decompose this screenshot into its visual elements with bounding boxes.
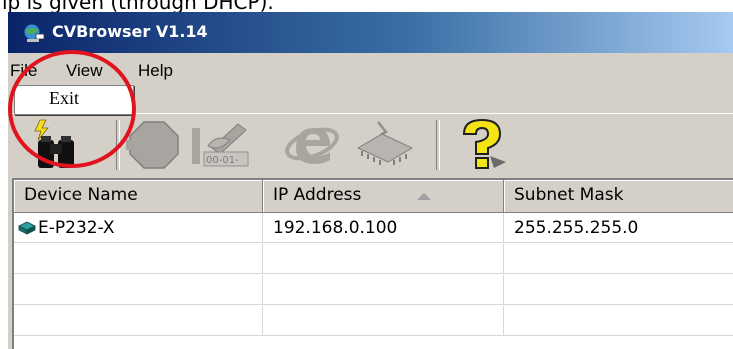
empty-cell	[14, 244, 263, 274]
app-globe-icon	[23, 23, 45, 42]
empty-cell	[263, 306, 504, 336]
app-window: CVBrowser V1.14 File View Help 00-01- De…	[8, 12, 733, 349]
toolbar: 00-01-	[8, 113, 733, 176]
device-list[interactable]: Device Name IP Address Subnet Mask E-P23…	[12, 178, 733, 349]
table-row	[14, 275, 733, 306]
binoculars-search-icon[interactable]	[30, 118, 84, 170]
window-title: CVBrowser V1.14	[52, 22, 208, 41]
table-row[interactable]: E-P232-X 192.168.0.100 255.255.255.0	[14, 213, 733, 244]
device-name-cell: E-P232-X	[14, 213, 263, 243]
table-row	[14, 306, 733, 337]
network-device-icon	[18, 221, 36, 235]
help-question-icon[interactable]	[450, 118, 518, 170]
toolbar-separator	[436, 120, 440, 170]
empty-cell	[504, 306, 733, 336]
subnet-mask: 255.255.255.0	[514, 218, 639, 238]
column-header-ip-address[interactable]: IP Address	[263, 180, 504, 213]
column-header-subnet-mask[interactable]: Subnet Mask	[504, 180, 733, 213]
subnet-mask-cell: 255.255.255.0	[504, 213, 733, 243]
column-header-device-name[interactable]: Device Name	[14, 180, 263, 213]
menu-view[interactable]: View	[66, 61, 103, 81]
stop-sign-icon[interactable]	[126, 118, 182, 170]
ip-address: 192.168.0.100	[273, 218, 398, 238]
sort-ascending-icon	[417, 193, 431, 200]
edit-address-label: 00-01-	[206, 155, 239, 166]
empty-cell	[14, 306, 263, 336]
empty-cell	[504, 244, 733, 274]
menu-file[interactable]: File	[10, 61, 37, 81]
table-row	[14, 244, 733, 275]
column-header-label: Device Name	[24, 185, 138, 205]
toolbar-separator	[116, 120, 120, 170]
device-name: E-P232-X	[38, 218, 115, 238]
column-header-label: Subnet Mask	[514, 185, 624, 205]
empty-cell	[14, 275, 263, 305]
column-header-label: IP Address	[273, 185, 362, 205]
chip-firmware-icon[interactable]	[352, 118, 422, 170]
table-header: Device Name IP Address Subnet Mask	[14, 180, 733, 214]
file-menu-dropdown: Exit	[14, 85, 134, 115]
menu-bar: File View Help	[8, 57, 733, 85]
empty-cell	[504, 275, 733, 305]
edit-address-icon[interactable]: 00-01-	[190, 118, 272, 170]
menu-help[interactable]: Help	[138, 61, 173, 81]
internet-explorer-icon[interactable]	[284, 118, 342, 170]
empty-cell	[263, 244, 504, 274]
menu-item-exit[interactable]: Exit	[49, 88, 79, 109]
ip-address-cell: 192.168.0.100	[263, 213, 504, 243]
empty-cell	[263, 275, 504, 305]
title-bar[interactable]: CVBrowser V1.14	[8, 12, 733, 53]
